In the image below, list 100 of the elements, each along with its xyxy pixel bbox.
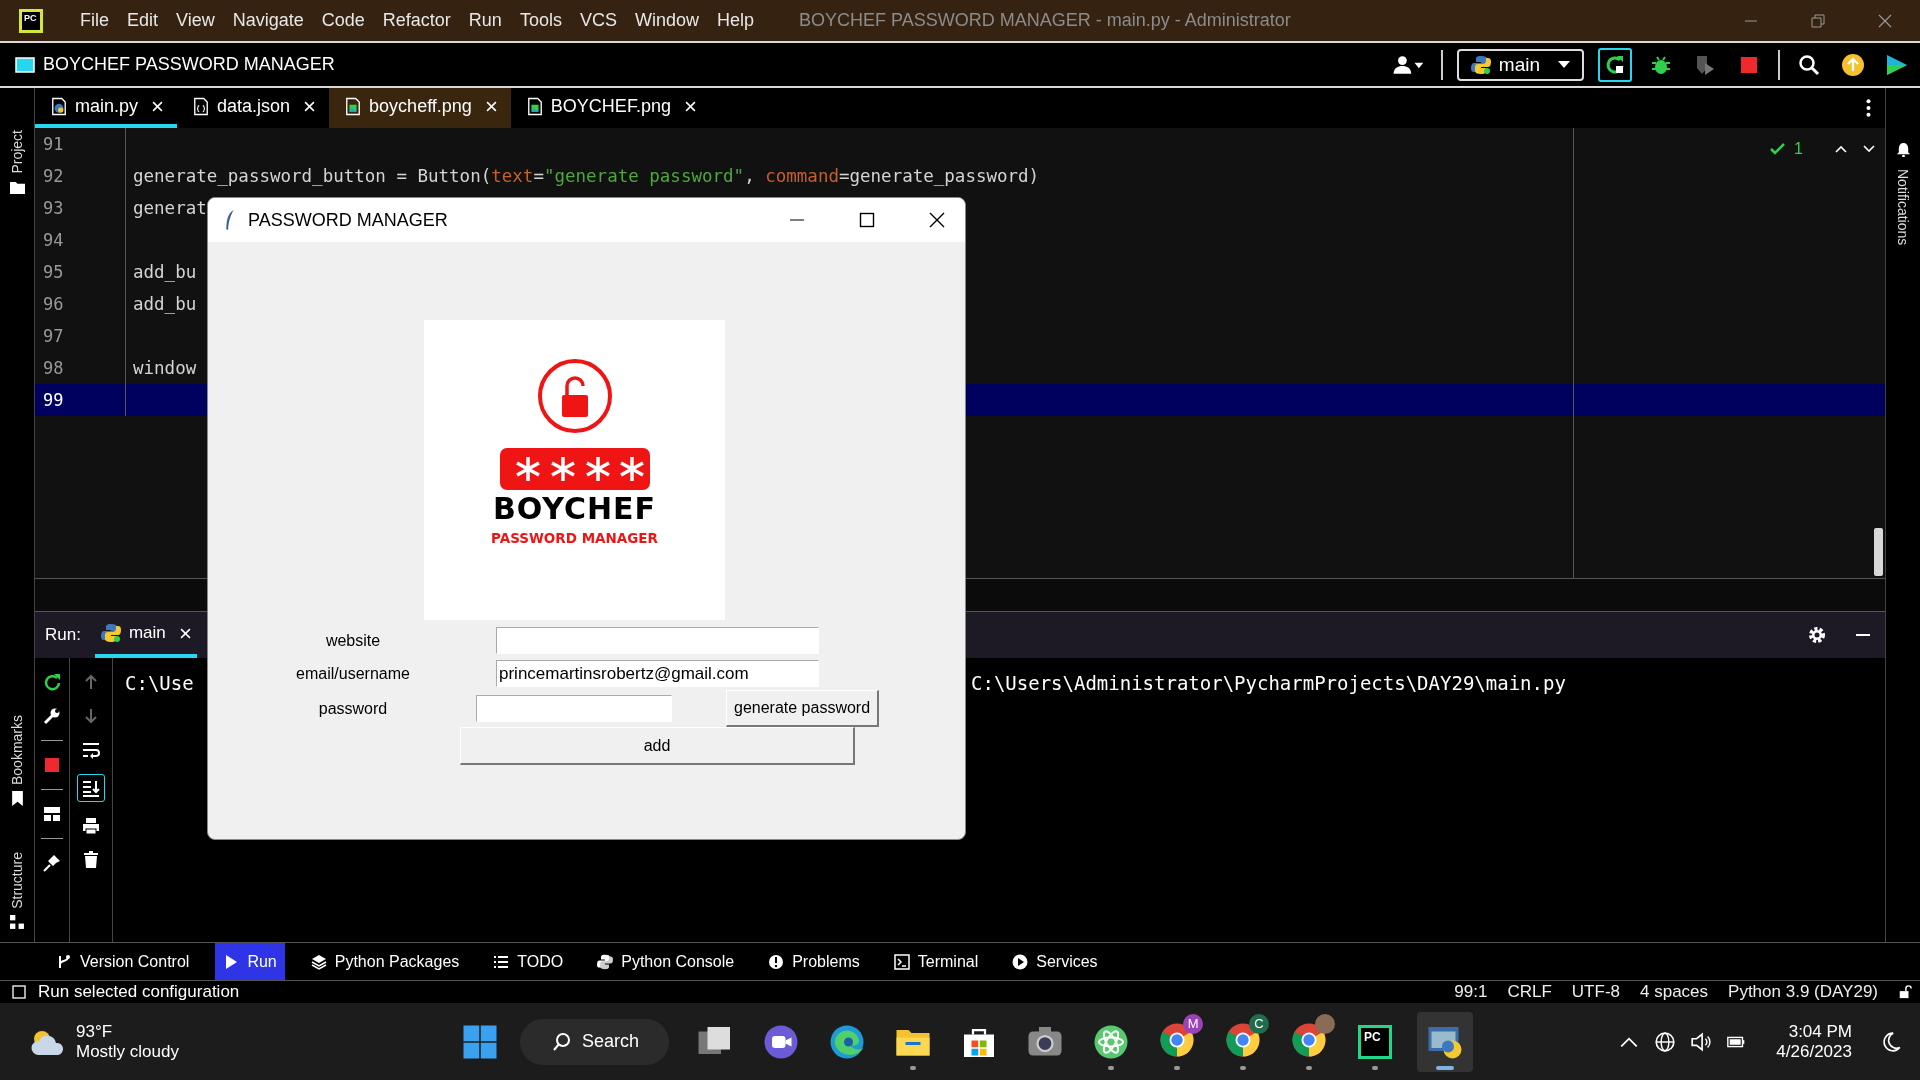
status-message: Run selected configuration [38, 982, 240, 1002]
globe-icon[interactable] [1654, 1030, 1677, 1053]
tool-window-tab[interactable]: TODO [485, 943, 572, 980]
menu-item[interactable]: VCS [570, 10, 626, 31]
weather-condition[interactable]: Mostly cloudy [76, 1041, 179, 1062]
menu-item[interactable]: Navigate [223, 10, 313, 31]
browser-icon [1159, 1021, 1196, 1058]
project-tool-button[interactable]: Project [9, 128, 25, 176]
maximize-icon[interactable] [859, 212, 875, 228]
menu-item[interactable]: View [167, 10, 224, 31]
rerun-icon[interactable] [42, 672, 62, 692]
close-icon[interactable] [929, 212, 945, 228]
profile-badge: C [1249, 1013, 1270, 1034]
unlock-icon[interactable] [1898, 985, 1912, 999]
taskbar-app-button[interactable] [1417, 1011, 1474, 1072]
print-icon[interactable] [81, 816, 101, 836]
taskbar-app-button[interactable]: M [1153, 1011, 1202, 1072]
project-name[interactable]: BOYCHEF PASSWORD MANAGER [43, 54, 335, 75]
panel-toggle-icon[interactable] [12, 985, 26, 999]
taskbar-app-button[interactable]: PC [1351, 1011, 1400, 1072]
text-field[interactable] [476, 695, 672, 722]
restore-icon[interactable] [1811, 13, 1825, 28]
structure-tool-button[interactable]: Structure [9, 850, 25, 911]
trash-icon[interactable] [81, 850, 101, 870]
editor-tab[interactable]: boycheff.png [329, 88, 511, 128]
chevron-up-icon[interactable] [1835, 145, 1847, 153]
bookmark-icon[interactable] [9, 791, 25, 807]
stop-icon[interactable] [42, 755, 62, 775]
menu-item[interactable]: Help [707, 10, 763, 31]
bookmarks-tool-button[interactable]: Bookmarks [9, 713, 25, 788]
branch-icon [56, 953, 72, 970]
start-icon[interactable] [462, 1023, 498, 1060]
scroll-to-end-icon[interactable] [77, 774, 105, 802]
checkmark-icon [1770, 143, 1787, 155]
text-field[interactable] [496, 627, 819, 654]
folder-icon[interactable] [9, 179, 25, 195]
tool-window-tab[interactable]: Run [215, 943, 285, 980]
line-number: 97 [42, 326, 65, 346]
status-item[interactable]: 99:1 [1454, 982, 1488, 1002]
profile-badge: M [1183, 1013, 1204, 1034]
code-line: generat [133, 198, 207, 218]
tool-window-tab[interactable]: Problems [760, 943, 868, 980]
field-label: email/username [295, 664, 411, 683]
status-item[interactable]: 4 spaces [1640, 982, 1709, 1002]
editor-tab[interactable]: data.json [177, 88, 330, 128]
taskbar-app-button[interactable]: C [1219, 1011, 1268, 1072]
code-line: add_bu [133, 294, 197, 314]
dialog-title: PASSWORD MANAGER [248, 209, 448, 231]
browser-icon [1225, 1021, 1262, 1058]
image-file-icon [345, 96, 362, 116]
python-file-icon [51, 96, 67, 116]
chevron-down-icon[interactable] [1863, 145, 1875, 153]
menu-item[interactable]: Refactor [373, 10, 460, 31]
menu-item[interactable]: Edit [118, 10, 168, 31]
moon-icon[interactable] [1880, 1030, 1902, 1053]
settings-icon[interactable] [1807, 625, 1827, 645]
tool-window-tab[interactable]: Python Packages [302, 943, 468, 980]
image-file-icon [526, 96, 543, 116]
speaker-icon[interactable] [1690, 1030, 1713, 1053]
editor-tab[interactable]: BOYCHEF.png [510, 88, 710, 128]
python-icon [597, 953, 614, 970]
menu-item[interactable]: Tools [510, 10, 571, 31]
soft-wrap-icon[interactable] [81, 740, 101, 760]
menu-item[interactable]: Code [312, 10, 374, 31]
warning-icon [768, 953, 785, 970]
rerun-icon[interactable] [1598, 47, 1632, 82]
code-line: add_bu [133, 262, 197, 282]
code-line: window [133, 358, 197, 378]
menu-item[interactable]: Run [459, 10, 511, 31]
tool-window-tab[interactable]: Terminal [885, 943, 987, 980]
tool-window-tab[interactable]: Version Control [48, 943, 198, 980]
pin-icon[interactable] [42, 853, 62, 873]
status-item[interactable]: UTF-8 [1571, 982, 1620, 1002]
tool-window-tab[interactable]: Python Console [589, 943, 743, 980]
app-logo: PC [1358, 1024, 1393, 1059]
console-output: C:\Users\Administrator\PycharmProjects\DAY29\main.py [971, 672, 1566, 694]
structure-icon[interactable] [9, 915, 25, 930]
scrollbar-thumb[interactable] [1874, 528, 1883, 576]
wrench-icon[interactable] [42, 706, 62, 726]
search-field[interactable]: Search [520, 1018, 670, 1065]
logo-title: BOYCHEF [492, 492, 657, 526]
menu-item[interactable]: Window [625, 10, 708, 31]
code-line: generate_password_button = Button(text="generate password", command=generate_password) [133, 166, 1040, 186]
run-configuration-dropdown[interactable]: main [1456, 48, 1584, 81]
inspection-count[interactable]: 1 [1794, 140, 1803, 158]
python-icon [1470, 54, 1491, 75]
status-item[interactable]: CRLF [1507, 982, 1552, 1002]
generate-password-button[interactable]: generate password [726, 690, 880, 727]
text-field[interactable]: princemartinsrobertz@gmail.com [496, 660, 819, 687]
menu-item[interactable]: File [71, 10, 118, 31]
layout-icon[interactable] [42, 804, 62, 824]
bell-icon[interactable] [1895, 142, 1911, 157]
tool-window-tab[interactable]: Services [1004, 943, 1106, 980]
json-file-icon [193, 96, 210, 116]
more-icon[interactable] [1866, 99, 1871, 117]
notifications-tool-button[interactable]: Notifications [1895, 167, 1911, 248]
status-item[interactable]: Python 3.9 (DAY29) [1728, 982, 1878, 1002]
clock[interactable]: 3:04 PM 4/26/2023 [1776, 1021, 1852, 1062]
add-button[interactable]: add [460, 727, 855, 765]
weather-temperature[interactable]: 93°F [76, 1021, 179, 1042]
